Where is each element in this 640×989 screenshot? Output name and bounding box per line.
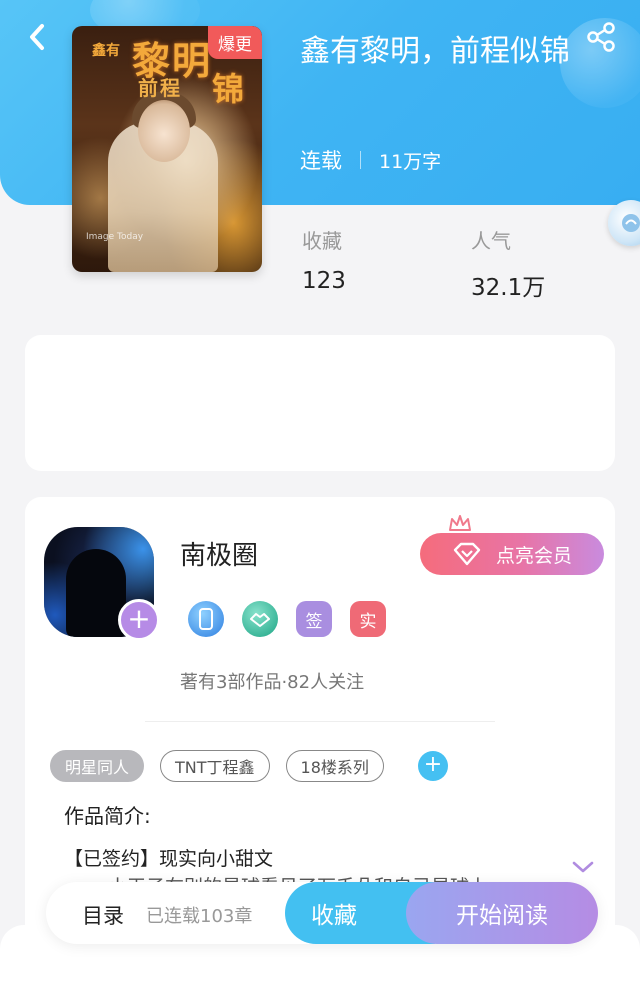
table-of-contents-button[interactable]: 目录: [82, 900, 124, 930]
chapter-count: 已连载103章: [146, 906, 253, 927]
plus-icon: +: [127, 602, 151, 635]
book-cover[interactable]: 鑫有 黎明 前程 锦 Image Today 爆更: [72, 26, 262, 272]
cover-title-small: 鑫有: [92, 43, 120, 59]
intro-line: 【已签约】现实向小甜文: [64, 848, 274, 870]
follow-author-button[interactable]: +: [118, 599, 160, 641]
signed-badge[interactable]: 签: [296, 601, 332, 637]
popularity-stat: 人气 32.1万: [471, 225, 545, 302]
start-reading-button[interactable]: 开始阅读: [406, 882, 598, 944]
handshake-icon: [250, 613, 270, 627]
favorites-value: 123: [302, 268, 346, 294]
favorites-label: 收藏: [302, 229, 342, 253]
tag-item[interactable]: 18楼系列: [285, 750, 384, 782]
phone-icon: [199, 608, 213, 630]
favorites-stat: 收藏 123: [302, 225, 346, 294]
serial-status: 连载: [300, 149, 342, 173]
blank-card: [25, 335, 615, 471]
author-badges: 签 实: [188, 601, 386, 637]
chevron-left-icon: [30, 24, 44, 50]
word-count: 11万字: [379, 150, 442, 173]
phone-badge-icon[interactable]: [188, 601, 224, 637]
plus-icon: +: [423, 752, 443, 777]
cover-subtitle: 前程: [138, 76, 182, 100]
divider: [360, 151, 361, 169]
handshake-badge-icon[interactable]: [242, 601, 278, 637]
intro-label: 作品简介:: [64, 804, 151, 828]
cover-caption: Image Today: [86, 232, 144, 242]
tag-item[interactable]: TNT丁程鑫: [160, 750, 270, 782]
author-summary: 著有3部作品·82人关注: [180, 672, 365, 693]
divider: [145, 721, 495, 722]
tag-list: 明星同人 TNT丁程鑫 18楼系列 +: [50, 750, 448, 782]
avatar-silhouette: [66, 549, 126, 637]
book-title: 鑫有黎明，前程似锦: [300, 34, 570, 69]
decor-icon: [622, 214, 640, 232]
diamond-icon: [453, 542, 481, 566]
add-tag-button[interactable]: +: [417, 751, 448, 781]
intro-text: 【已签约】现实向小甜文 小王子在别的星球看见了万千朵和自己星球上: [64, 845, 544, 883]
read-label: 开始阅读: [456, 903, 548, 929]
popularity-value: 32.1万: [471, 275, 546, 301]
verified-badge[interactable]: 实: [350, 601, 386, 637]
tag-item[interactable]: 明星同人: [50, 750, 145, 782]
collect-label: 收藏: [311, 903, 357, 929]
vip-label: 点亮会员: [495, 544, 572, 567]
hot-update-badge: 爆更: [208, 26, 262, 59]
author-name[interactable]: 南极圈: [180, 535, 258, 572]
cover-title-end: 锦: [212, 70, 245, 108]
crown-icon: [449, 515, 471, 531]
cover-head: [138, 100, 190, 162]
floating-widget[interactable]: [608, 200, 640, 246]
chevron-down-icon[interactable]: [570, 858, 596, 876]
popularity-label: 人气: [471, 229, 511, 253]
book-meta: 连载 11万字: [300, 145, 441, 175]
back-button[interactable]: [22, 22, 52, 52]
vip-membership-button[interactable]: 点亮会员: [420, 533, 604, 575]
